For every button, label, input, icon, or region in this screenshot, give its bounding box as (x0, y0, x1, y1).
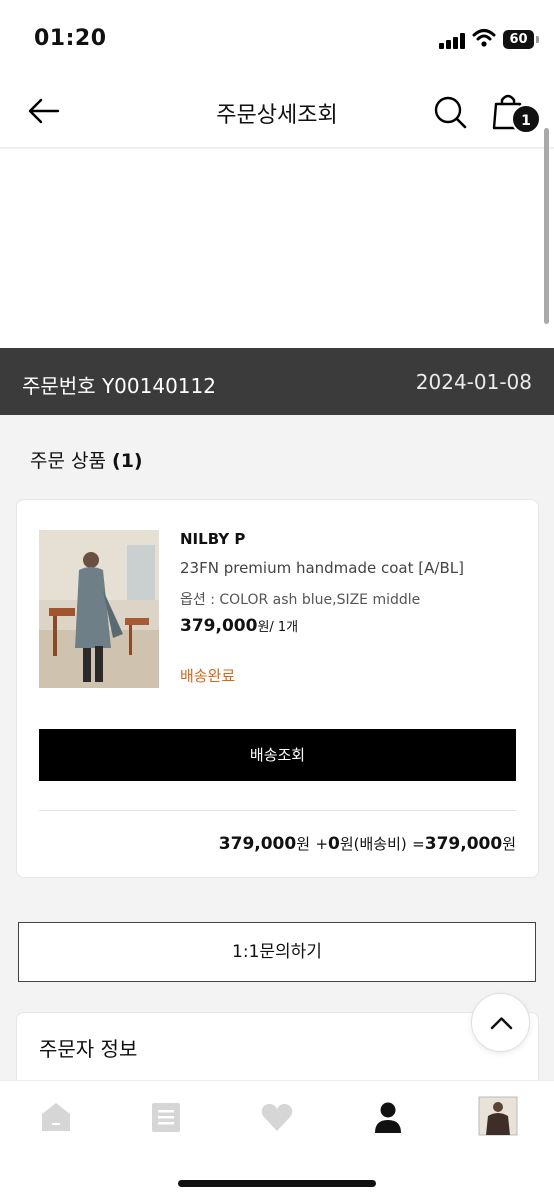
shipping-label: 원(배송비) (339, 835, 407, 853)
home-icon (42, 1103, 70, 1131)
person-icon (375, 1102, 401, 1133)
product-option: 옵션 : COLOR ash blue,SIZE middle (180, 592, 421, 608)
order-date: 2024-01-08 (415, 370, 532, 394)
won-unit: 원 (296, 835, 311, 853)
banner-area (0, 149, 554, 348)
cart-count-badge: 1 (511, 104, 541, 134)
status-time: 01:20 (34, 26, 107, 51)
heart-icon (261, 1103, 293, 1131)
equals-sign: = (412, 835, 425, 853)
total-amount: 379,000 (424, 834, 503, 854)
nav-my-page[interactable] (368, 1097, 408, 1137)
search-icon (434, 96, 467, 129)
plus-sign: + (315, 835, 329, 853)
order-total: 379,000원 +0원(배송비) =379,000원 (219, 833, 516, 854)
product-amount: 379,000 (218, 834, 297, 854)
scrollbar[interactable] (544, 128, 549, 324)
nav-home[interactable] (36, 1097, 76, 1137)
product-price: 379,000원/ 1개 (180, 616, 298, 636)
product-price-unit: 원/ 1개 (257, 620, 299, 635)
delivery-status: 배송완료 (180, 667, 236, 685)
track-delivery-button[interactable]: 배송조회 (39, 729, 516, 781)
order-number: 주문번호 Y00140112 (22, 370, 216, 399)
shipping-amount: 0 (328, 834, 340, 854)
battery-tip (536, 36, 539, 43)
profile-thumbnail (478, 1096, 518, 1136)
won-unit-end: 원 (502, 835, 516, 853)
page-title: 주문상세조회 (216, 103, 338, 128)
order-number-value: Y00140112 (101, 374, 216, 398)
product-price-value: 379,000 (180, 616, 258, 636)
list-icon (152, 1103, 180, 1132)
order-info-bar: 주문번호 Y00140112 2024-01-08 (0, 348, 554, 415)
wifi-icon (472, 29, 496, 47)
cellular-signal-icon (439, 33, 466, 49)
product-brand[interactable]: NILBY P (180, 530, 245, 548)
section-title-text: 주문 상품 (30, 450, 106, 472)
product-image[interactable] (39, 530, 159, 688)
chevron-up-icon (490, 1017, 513, 1030)
order-number-label: 주문번호 (22, 374, 96, 398)
scroll-top-button[interactable] (471, 993, 530, 1052)
product-name[interactable]: 23FN premium handmade coat [A/BL] (180, 559, 464, 577)
product-card: NILBY P 23FN premium handmade coat [A/BL… (16, 499, 539, 878)
nav-recent-product[interactable] (478, 1096, 518, 1136)
section-title: 주문 상품 (1) (30, 446, 143, 473)
header-bar: 주문상세조회 (0, 80, 554, 148)
orderer-info-title[interactable]: 주문자 정보 (39, 1033, 137, 1062)
divider (39, 810, 516, 811)
home-indicator (178, 1180, 376, 1187)
battery-icon: 60 (503, 30, 534, 49)
nav-list[interactable] (146, 1097, 186, 1137)
section-count: (1) (112, 450, 143, 472)
nav-wishlist[interactable] (257, 1097, 297, 1137)
search-button[interactable] (430, 92, 470, 132)
inquiry-button[interactable]: 1:1문의하기 (18, 922, 536, 982)
status-bar: 01:20 60 (0, 0, 554, 80)
